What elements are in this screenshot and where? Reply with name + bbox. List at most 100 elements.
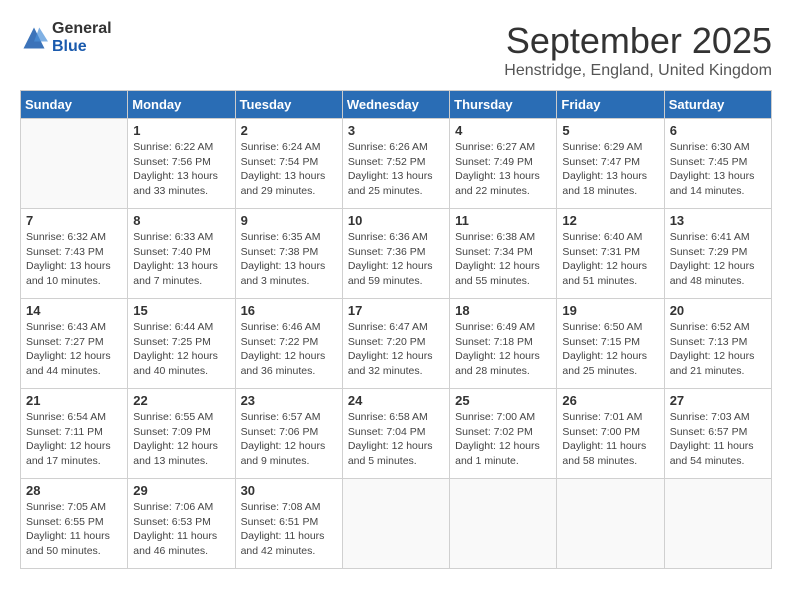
day-number: 7 [26,213,122,228]
logo-icon [20,24,48,52]
day-number: 21 [26,393,122,408]
day-cell [664,479,771,569]
day-number: 25 [455,393,551,408]
day-number: 8 [133,213,229,228]
month-title: September 2025 [504,20,772,62]
day-info: Sunrise: 6:50 AMSunset: 7:15 PMDaylight:… [562,320,658,379]
day-cell: 6 Sunrise: 6:30 AMSunset: 7:45 PMDaylight… [664,119,771,209]
day-number: 15 [133,303,229,318]
day-info: Sunrise: 6:22 AMSunset: 7:56 PMDaylight:… [133,140,229,199]
day-number: 1 [133,123,229,138]
day-cell: 21 Sunrise: 6:54 AMSunset: 7:11 PMDayligh… [21,389,128,479]
day-number: 6 [670,123,766,138]
day-info: Sunrise: 6:55 AMSunset: 7:09 PMDaylight:… [133,410,229,469]
day-cell [21,119,128,209]
page-header: General Blue September 2025 Henstridge, … [20,20,772,80]
day-number: 28 [26,483,122,498]
day-info: Sunrise: 6:29 AMSunset: 7:47 PMDaylight:… [562,140,658,199]
day-info: Sunrise: 7:06 AMSunset: 6:53 PMDaylight:… [133,500,229,559]
day-number: 3 [348,123,444,138]
day-cell: 11Sunrise: 6:38 AMSunset: 7:34 PMDayligh… [450,209,557,299]
week-row-4: 21 Sunrise: 6:54 AMSunset: 7:11 PMDayligh… [21,389,772,479]
day-info: Sunrise: 6:26 AMSunset: 7:52 PMDaylight:… [348,140,444,199]
day-number: 5 [562,123,658,138]
day-cell: 24 Sunrise: 6:58 AMSunset: 7:04 PMDayligh… [342,389,449,479]
day-number: 2 [241,123,337,138]
day-info: Sunrise: 6:54 AMSunset: 7:11 PMDaylight:… [26,410,122,469]
day-info: Sunrise: 6:52 AMSunset: 7:13 PMDaylight:… [670,320,766,379]
day-cell: 17 Sunrise: 6:47 AMSunset: 7:20 PMDayligh… [342,299,449,389]
day-cell: 7 Sunrise: 6:32 AMSunset: 7:43 PMDaylight… [21,209,128,299]
day-info: Sunrise: 7:03 AMSunset: 6:57 PMDaylight:… [670,410,766,469]
day-info: Sunrise: 7:05 AMSunset: 6:55 PMDaylight:… [26,500,122,559]
day-info: Sunrise: 6:35 AMSunset: 7:38 PMDaylight:… [241,230,337,289]
week-row-3: 14Sunrise: 6:43 AMSunset: 7:27 PMDayligh… [21,299,772,389]
day-info: Sunrise: 7:08 AMSunset: 6:51 PMDaylight:… [241,500,337,559]
day-cell: 2 Sunrise: 6:24 AMSunset: 7:54 PMDaylight… [235,119,342,209]
day-cell: 13Sunrise: 6:41 AMSunset: 7:29 PMDayligh… [664,209,771,299]
day-header-friday: Friday [557,91,664,119]
day-info: Sunrise: 6:43 AMSunset: 7:27 PMDaylight:… [26,320,122,379]
day-number: 18 [455,303,551,318]
location-label: Henstridge, England, United Kingdom [504,62,772,80]
day-number: 16 [241,303,337,318]
day-info: Sunrise: 7:01 AMSunset: 7:00 PMDaylight:… [562,410,658,469]
day-cell: 10 Sunrise: 6:36 AMSunset: 7:36 PMDayligh… [342,209,449,299]
day-info: Sunrise: 6:33 AMSunset: 7:40 PMDaylight:… [133,230,229,289]
day-info: Sunrise: 6:58 AMSunset: 7:04 PMDaylight:… [348,410,444,469]
day-info: Sunrise: 6:24 AMSunset: 7:54 PMDaylight:… [241,140,337,199]
day-info: Sunrise: 6:27 AMSunset: 7:49 PMDaylight:… [455,140,551,199]
day-number: 11 [455,213,551,228]
day-cell: 25 Sunrise: 7:00 AMSunset: 7:02 PMDayligh… [450,389,557,479]
logo-general-label: General [52,20,112,38]
day-cell: 16Sunrise: 6:46 AMSunset: 7:22 PMDayligh… [235,299,342,389]
day-cell: 26Sunrise: 7:01 AMSunset: 7:00 PMDayligh… [557,389,664,479]
day-cell: 22 Sunrise: 6:55 AMSunset: 7:09 PMDayligh… [128,389,235,479]
day-info: Sunrise: 6:30 AMSunset: 7:45 PMDaylight:… [670,140,766,199]
day-cell: 30 Sunrise: 7:08 AMSunset: 6:51 PMDayligh… [235,479,342,569]
day-number: 23 [241,393,337,408]
day-number: 17 [348,303,444,318]
day-number: 10 [348,213,444,228]
day-cell [450,479,557,569]
day-cell: 20 Sunrise: 6:52 AMSunset: 7:13 PMDayligh… [664,299,771,389]
week-row-1: 1 Sunrise: 6:22 AMSunset: 7:56 PMDaylight… [21,119,772,209]
day-header-wednesday: Wednesday [342,91,449,119]
logo: General Blue [20,20,112,55]
day-info: Sunrise: 6:47 AMSunset: 7:20 PMDaylight:… [348,320,444,379]
day-number: 20 [670,303,766,318]
day-info: Sunrise: 6:41 AMSunset: 7:29 PMDaylight:… [670,230,766,289]
day-info: Sunrise: 6:32 AMSunset: 7:43 PMDaylight:… [26,230,122,289]
day-number: 22 [133,393,229,408]
day-number: 4 [455,123,551,138]
week-row-2: 7 Sunrise: 6:32 AMSunset: 7:43 PMDaylight… [21,209,772,299]
day-cell: 9Sunrise: 6:35 AMSunset: 7:38 PMDaylight… [235,209,342,299]
day-cell: 3 Sunrise: 6:26 AMSunset: 7:52 PMDaylight… [342,119,449,209]
day-number: 29 [133,483,229,498]
day-cell: 18Sunrise: 6:49 AMSunset: 7:18 PMDayligh… [450,299,557,389]
day-number: 30 [241,483,337,498]
day-cell: 5 Sunrise: 6:29 AMSunset: 7:47 PMDaylight… [557,119,664,209]
day-header-thursday: Thursday [450,91,557,119]
day-number: 19 [562,303,658,318]
day-header-monday: Monday [128,91,235,119]
day-info: Sunrise: 6:57 AMSunset: 7:06 PMDaylight:… [241,410,337,469]
day-info: Sunrise: 6:36 AMSunset: 7:36 PMDaylight:… [348,230,444,289]
day-cell [557,479,664,569]
day-number: 24 [348,393,444,408]
header-row: SundayMondayTuesdayWednesdayThursdayFrid… [21,91,772,119]
day-cell: 14Sunrise: 6:43 AMSunset: 7:27 PMDayligh… [21,299,128,389]
day-number: 12 [562,213,658,228]
day-header-sunday: Sunday [21,91,128,119]
day-cell: 23 Sunrise: 6:57 AMSunset: 7:06 PMDayligh… [235,389,342,479]
day-cell: 12Sunrise: 6:40 AMSunset: 7:31 PMDayligh… [557,209,664,299]
day-header-saturday: Saturday [664,91,771,119]
title-block: September 2025 Henstridge, England, Unit… [504,20,772,80]
day-info: Sunrise: 6:44 AMSunset: 7:25 PMDaylight:… [133,320,229,379]
day-info: Sunrise: 7:00 AMSunset: 7:02 PMDaylight:… [455,410,551,469]
day-cell: 15 Sunrise: 6:44 AMSunset: 7:25 PMDayligh… [128,299,235,389]
logo-blue-label: Blue [52,38,112,56]
day-cell: 19 Sunrise: 6:50 AMSunset: 7:15 PMDayligh… [557,299,664,389]
day-header-tuesday: Tuesday [235,91,342,119]
day-cell: 29 Sunrise: 7:06 AMSunset: 6:53 PMDayligh… [128,479,235,569]
